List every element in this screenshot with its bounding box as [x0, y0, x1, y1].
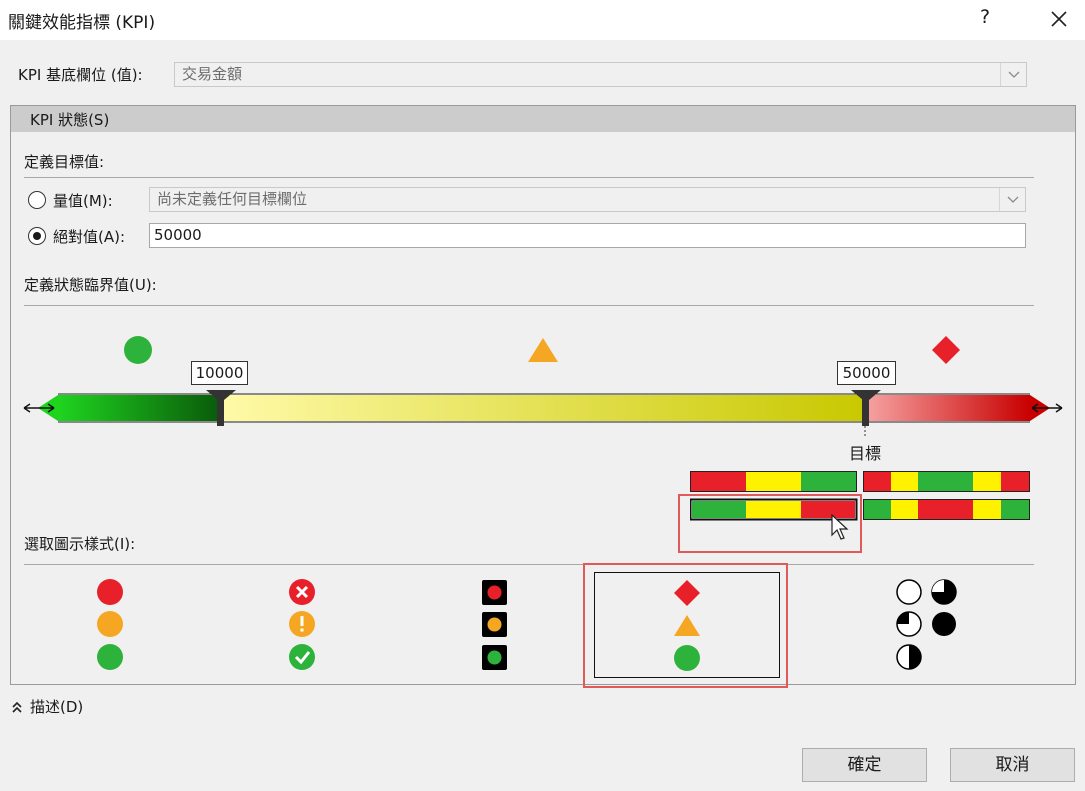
chevron-down-icon	[999, 188, 1025, 211]
kpi-status-header[interactable]	[11, 106, 1075, 132]
chevron-down-icon	[1000, 63, 1026, 86]
orange-triangle-icon	[528, 338, 558, 362]
window-title: 關鍵效能指標 (KPI)	[8, 13, 156, 33]
mouse-pointer-icon	[831, 513, 849, 540]
target-label: 目標	[849, 444, 882, 463]
close-icon	[1051, 11, 1067, 27]
high-threshold-label[interactable]: 50000	[837, 361, 896, 385]
icon-style-traffic-lights[interactable]	[454, 572, 534, 676]
icon-style-pies[interactable]	[880, 572, 980, 676]
preset-button-red-yellow-green-yellow-red[interactable]	[863, 471, 1030, 492]
measure-radio[interactable]	[28, 191, 46, 209]
red-diamond-icon	[932, 336, 960, 364]
absolute-radio[interactable]	[28, 227, 46, 245]
description-label: 描述(D)	[30, 698, 84, 716]
absolute-value-input[interactable]: 50000	[149, 223, 1026, 248]
measure-dropdown[interactable]: 尚未定義任何目標欄位	[149, 187, 1026, 212]
double-chevron-up-icon	[12, 701, 22, 713]
preset-button-green-yellow-red-yellow-green[interactable]	[863, 499, 1030, 520]
measure-value: 尚未定義任何目標欄位	[157, 190, 308, 208]
preset-button-red-yellow-green[interactable]	[690, 471, 857, 492]
low-threshold-label[interactable]: 10000	[191, 361, 248, 385]
cancel-button[interactable]: 取消	[950, 748, 1075, 782]
divider	[24, 564, 1034, 565]
right-extend-arrow-icon	[1031, 403, 1063, 413]
define-target-label: 定義目標值:	[24, 153, 105, 171]
base-field-dropdown[interactable]: 交易金額	[174, 62, 1027, 87]
icon-style-circles[interactable]	[70, 572, 150, 676]
icon-style-highlight-outline	[583, 563, 788, 688]
kpi-status-title: KPI 狀態(S)	[30, 111, 110, 129]
close-button[interactable]	[1042, 2, 1076, 36]
green-circle-icon	[124, 336, 152, 364]
help-button[interactable]: ?	[980, 6, 990, 28]
icon-style-label: 選取圖示樣式(I):	[24, 535, 136, 553]
ok-button[interactable]: 確定	[802, 748, 927, 782]
thresholds-label: 定義狀態臨界值(U):	[24, 276, 157, 294]
measure-label: 量值(M):	[53, 192, 113, 210]
threshold-gradient-bar	[23, 390, 1063, 436]
icon-style-symbols[interactable]	[262, 572, 342, 676]
left-extend-arrow-icon	[23, 403, 55, 413]
absolute-label: 絕對值(A):	[53, 228, 126, 246]
divider	[24, 305, 1034, 306]
title-bar	[0, 0, 1085, 40]
base-field-value: 交易金額	[182, 65, 243, 83]
base-field-label: KPI 基底欄位 (值):	[18, 66, 143, 84]
divider	[24, 177, 1034, 178]
description-toggle[interactable]: 描述(D)	[12, 697, 102, 717]
